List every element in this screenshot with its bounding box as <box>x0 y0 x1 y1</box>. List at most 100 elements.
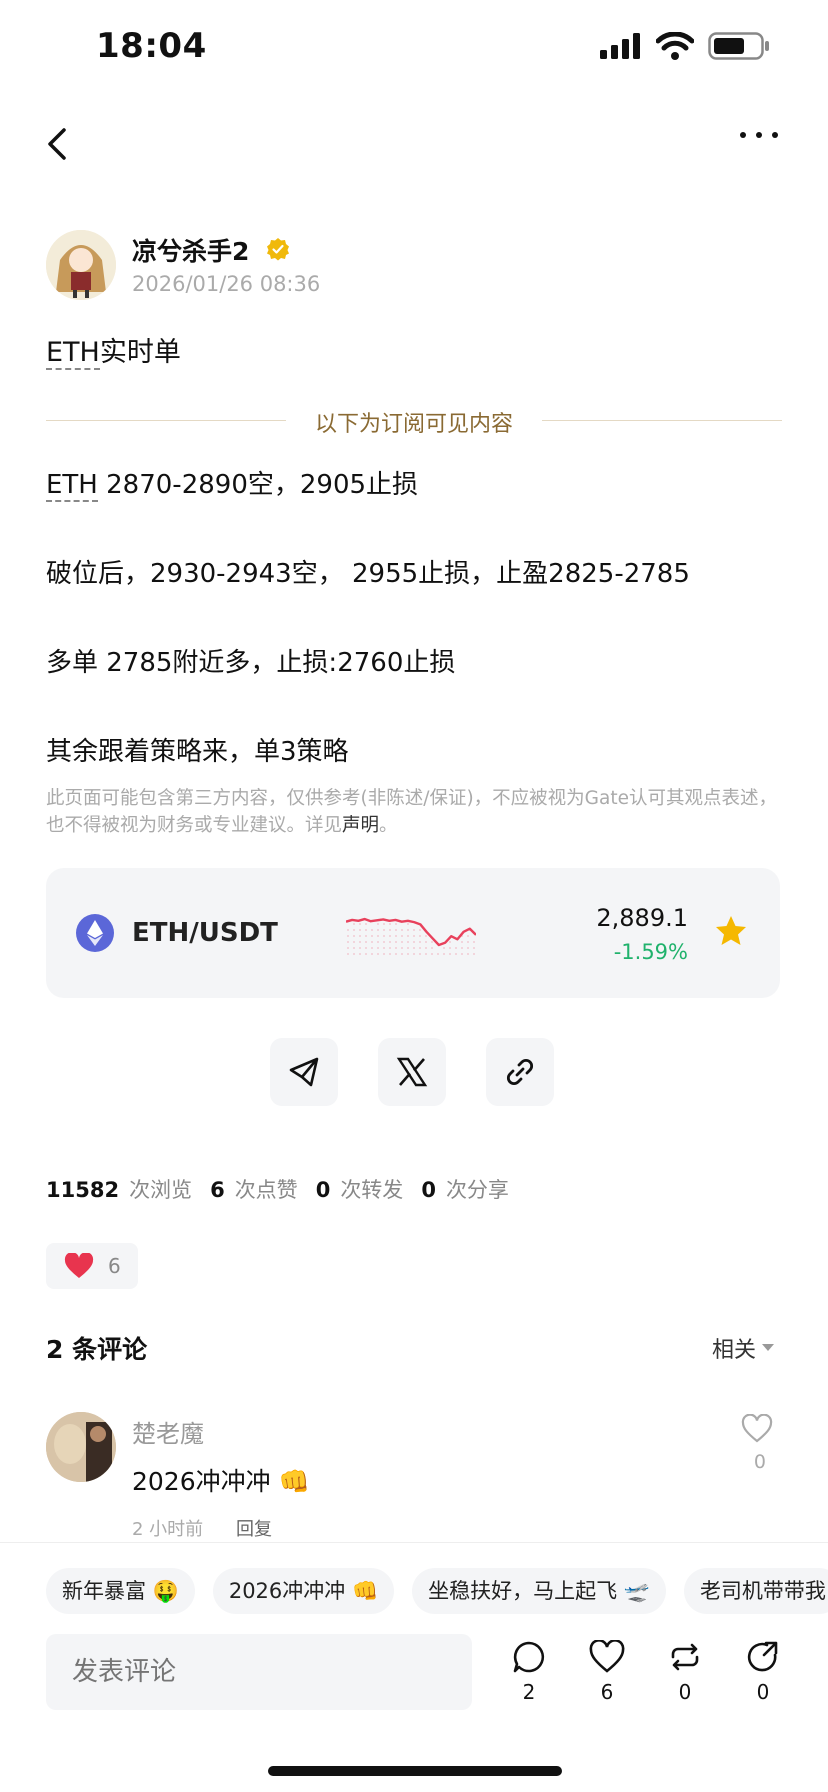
comment-action-count: 2 <box>522 1680 536 1704</box>
star-icon[interactable] <box>714 914 748 948</box>
heart-reaction-chip[interactable]: 6 <box>46 1243 138 1289</box>
comment-heart-icon[interactable] <box>740 1414 774 1444</box>
sparkline-line <box>346 917 476 947</box>
comments-sort[interactable]: 相关 <box>712 1332 774 1364</box>
author-avatar[interactable] <box>46 230 116 300</box>
sparkline-fill-dot <box>353 947 355 949</box>
sparkline-fill-dot <box>383 935 385 937</box>
sparkline-fill-dot <box>419 941 421 943</box>
sparkline-fill-dot <box>383 947 385 949</box>
sparkline-fill-dot <box>455 947 457 949</box>
comment-reply-button[interactable]: 回复 <box>236 1515 272 1541</box>
signal-icon <box>600 33 640 59</box>
sparkline-fill-dot <box>371 935 373 937</box>
sparkline-fill-dot <box>359 935 361 937</box>
share-action-count: 0 <box>756 1680 770 1704</box>
comment-author[interactable]: 楚老魔 <box>132 1414 204 1449</box>
share-arrow-icon <box>747 1641 778 1672</box>
caret-down-icon <box>762 1344 774 1351</box>
quick-reply-chip[interactable]: 坐稳扶好，马上起飞 🛫 <box>412 1568 666 1614</box>
sparkline-fill-dot <box>413 929 415 931</box>
eth-tag[interactable]: ETH <box>46 337 100 370</box>
sparkline-fill-dot <box>371 929 373 931</box>
sparkline-fill-dot <box>407 923 409 925</box>
eth-tag[interactable]: ETH <box>46 470 98 502</box>
sparkline-fill-dot <box>395 935 397 937</box>
shares-label: 次分享 <box>445 1178 509 1202</box>
sparkline-fill-dot <box>455 953 457 955</box>
comment-input[interactable] <box>46 1634 472 1710</box>
sparkline-fill-dot <box>395 923 397 925</box>
sparkline-fill-dot <box>401 935 403 937</box>
author-name[interactable]: 凉兮杀手2 <box>132 232 249 268</box>
eth-logo-icon <box>76 914 114 952</box>
sparkline-fill-dot <box>467 953 469 955</box>
sparkline-fill-dot <box>377 935 379 937</box>
sparkline-fill-dot <box>365 941 367 943</box>
disclaimer-end: 。 <box>379 815 398 836</box>
sparkline-fill-dot <box>431 947 433 949</box>
sparkline-fill-dot <box>431 953 433 955</box>
comments-title: 2 条评论 <box>46 1335 148 1364</box>
post-title: ETH实时单 <box>46 330 181 370</box>
subscriber-divider-text: 以下为订阅可见内容 <box>314 412 513 437</box>
telegram-icon <box>289 1057 319 1087</box>
sparkline-fill-dot <box>419 947 421 949</box>
sparkline-fill-dot <box>365 953 367 955</box>
repost-action[interactable]: 0 <box>660 1640 710 1704</box>
sparkline-fill-dot <box>353 941 355 943</box>
more-horizontal-icon[interactable] <box>740 132 778 138</box>
sparkline-fill-dot <box>365 923 367 925</box>
divider-line-right <box>542 420 782 421</box>
share-action[interactable]: 0 <box>738 1640 788 1704</box>
sparkline-fill-dot <box>359 953 361 955</box>
quick-reply-chip[interactable]: 老司机带带我 <box>683 1568 828 1614</box>
like-action-count: 6 <box>600 1680 614 1704</box>
quick-reply-chip[interactable]: 2026冲冲冲 👊 <box>212 1568 395 1614</box>
repost-action-count: 0 <box>678 1680 692 1704</box>
sparkline-fill-dot <box>407 929 409 931</box>
sparkline-fill-dot <box>377 953 379 955</box>
quick-replies: 新年暴富 🤑 2026冲冲冲 👊 坐稳扶好，马上起飞 🛫 老司机带带我 <box>46 1568 828 1614</box>
sparkline-fill-dot <box>419 953 421 955</box>
shares-count: 0 <box>421 1178 436 1202</box>
sparkline-fill-dot <box>425 953 427 955</box>
comment-avatar[interactable] <box>46 1412 116 1482</box>
sparkline-fill-dot <box>473 953 475 955</box>
sparkline-fill-dot <box>383 941 385 943</box>
status-icons <box>600 32 770 60</box>
share-link-button[interactable] <box>486 1038 554 1106</box>
chevron-left-icon[interactable] <box>44 124 74 164</box>
share-telegram-button[interactable] <box>270 1038 338 1106</box>
disclaimer-link[interactable]: 声明 <box>342 815 379 836</box>
sparkline-fill-dot <box>359 941 361 943</box>
ticker-sparkline <box>346 917 476 955</box>
sparkline-fill-dot <box>389 947 391 949</box>
link-icon <box>506 1058 534 1086</box>
disclaimer-text: 此页面可能包含第三方内容，仅供参考(非陈述/保证)，不应被视为Gate认可其观点… <box>46 788 777 836</box>
sparkline-fill-dot <box>407 953 409 955</box>
quick-reply-chip[interactable]: 新年暴富 🤑 <box>46 1568 195 1614</box>
like-action[interactable]: 6 <box>582 1639 632 1704</box>
sparkline-fill-dot <box>401 947 403 949</box>
ticker-pair: ETH/USDT <box>132 918 278 948</box>
sparkline-fill-dot <box>413 947 415 949</box>
sparkline-fill-dot <box>383 953 385 955</box>
sparkline-fill-dot <box>347 947 349 949</box>
sparkline-fill-dot <box>395 929 397 931</box>
heart-icon <box>589 1639 625 1673</box>
views-label: 次浏览 <box>129 1178 193 1202</box>
ticker-card[interactable]: ETH/USDT 2,889.1 -1.59% <box>46 868 780 998</box>
views-count: 11582 <box>46 1178 120 1202</box>
sparkline-fill-dot <box>467 947 469 949</box>
likes-label: 次点赞 <box>234 1178 298 1202</box>
sparkline-fill-dot <box>413 953 415 955</box>
comment-action[interactable]: 2 <box>504 1640 554 1704</box>
sparkline-fill-dot <box>359 923 361 925</box>
share-x-button[interactable] <box>378 1038 446 1106</box>
post-title-text: 实时单 <box>99 337 181 368</box>
sparkline-fill-dot <box>431 941 433 943</box>
reposts-count: 0 <box>315 1178 331 1202</box>
sparkline-fill-dot <box>461 953 463 955</box>
sparkline-fill-dot <box>365 929 367 931</box>
